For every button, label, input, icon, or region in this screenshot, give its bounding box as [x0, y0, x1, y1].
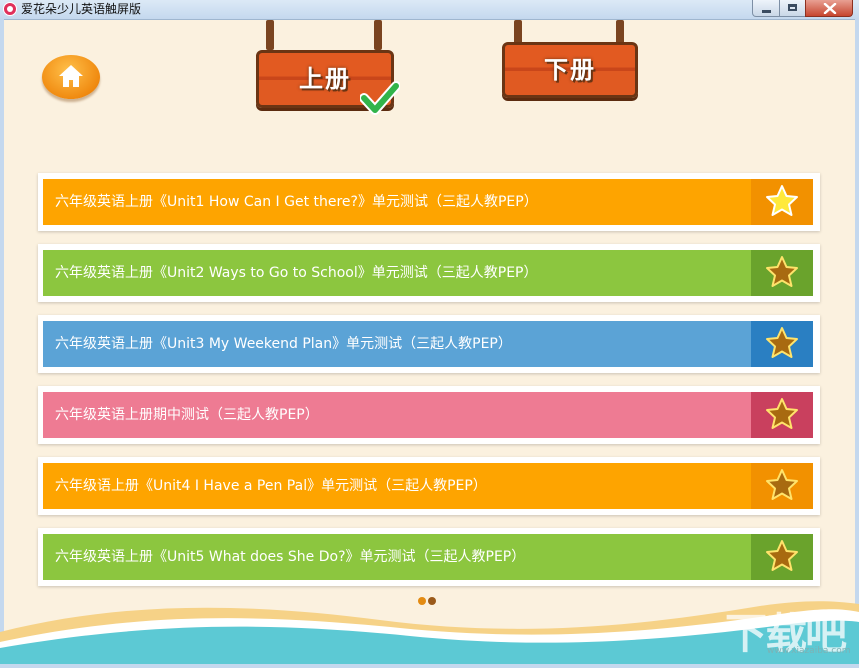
test-item-band: 六年级英语上册《Unit2 Ways to Go to School》单元测试（…	[43, 250, 813, 296]
sign-post-right	[616, 20, 624, 44]
favorite-star-button[interactable]	[751, 392, 813, 438]
test-item[interactable]: 六年级英语上册《Unit3 My Weekend Plan》单元测试（三起人教P…	[38, 315, 820, 373]
volume-down-board: 下册	[502, 42, 638, 98]
test-item[interactable]: 六年级英语上册《Unit5 What does She Do?》单元测试（三起人…	[38, 528, 820, 586]
window-frame-bottom	[0, 664, 859, 668]
sign-post-left	[514, 20, 522, 44]
star-icon	[766, 398, 798, 429]
favorite-star-button[interactable]	[751, 534, 813, 580]
favorite-star-button[interactable]	[751, 250, 813, 296]
watermark: 下载吧 www.xiazaiba.com	[725, 600, 851, 662]
volume-down-label: 下册	[544, 56, 596, 84]
maximize-button[interactable]	[779, 0, 806, 17]
title-bar[interactable]: 爱花朵少儿英语触屏版	[0, 0, 859, 20]
window-frame-right	[855, 19, 859, 668]
favorite-star-button[interactable]	[751, 179, 813, 225]
favorite-star-button[interactable]	[751, 463, 813, 509]
sign-post-left	[266, 20, 274, 50]
test-item-label: 六年级英语上册《Unit3 My Weekend Plan》单元测试（三起人教P…	[55, 336, 512, 352]
test-item[interactable]: 六年级英语上册期中测试（三起人教PEP）	[38, 386, 820, 444]
volume-down-sign[interactable]: 下册	[502, 20, 640, 106]
test-item-label: 六年级语上册《Unit4 I Have a Pen Pal》单元测试（三起人教P…	[55, 478, 487, 494]
test-item-label: 六年级英语上册《Unit1 How Can I Get there?》单元测试（…	[55, 194, 538, 210]
test-item-label: 六年级英语上册《Unit5 What does She Do?》单元测试（三起人…	[55, 549, 526, 565]
minimize-button[interactable]	[752, 0, 780, 17]
window-frame-left	[0, 19, 4, 668]
star-icon	[766, 327, 798, 358]
test-item[interactable]: 六年级英语上册《Unit1 How Can I Get there?》单元测试（…	[38, 173, 820, 231]
sign-post-right	[374, 20, 382, 50]
test-item-band: 六年级语上册《Unit4 I Have a Pen Pal》单元测试（三起人教P…	[43, 463, 813, 509]
star-icon	[766, 469, 798, 500]
watermark-url: www.xiazaiba.com	[767, 646, 851, 656]
home-icon	[59, 65, 83, 87]
test-item-band: 六年级英语上册期中测试（三起人教PEP）	[43, 392, 813, 438]
test-item-band: 六年级英语上册《Unit1 How Can I Get there?》单元测试（…	[43, 179, 813, 225]
checkmark-icon	[360, 81, 400, 115]
test-item[interactable]: 六年级语上册《Unit4 I Have a Pen Pal》单元测试（三起人教P…	[38, 457, 820, 515]
star-icon	[766, 185, 798, 216]
window-title: 爱花朵少儿英语触屏版	[21, 2, 142, 16]
app-logo-icon	[3, 2, 17, 16]
close-button[interactable]	[805, 0, 853, 17]
page-dot-1[interactable]	[418, 597, 426, 605]
test-item-band: 六年级英语上册《Unit3 My Weekend Plan》单元测试（三起人教P…	[43, 321, 813, 367]
app-window: 爱花朵少儿英语触屏版 上册 下册 六年级英语上册《Unit1 How Can I…	[0, 0, 859, 668]
test-item-band: 六年级英语上册《Unit5 What does She Do?》单元测试（三起人…	[43, 534, 813, 580]
test-item-label: 六年级英语上册期中测试（三起人教PEP）	[55, 407, 319, 423]
page-dot-2[interactable]	[428, 597, 436, 605]
test-item[interactable]: 六年级英语上册《Unit2 Ways to Go to School》单元测试（…	[38, 244, 820, 302]
star-icon	[766, 256, 798, 287]
home-button[interactable]	[42, 55, 100, 99]
star-icon	[766, 540, 798, 571]
test-item-label: 六年级英语上册《Unit2 Ways to Go to School》单元测试（…	[55, 265, 538, 281]
close-icon	[823, 3, 837, 14]
volume-up-sign[interactable]: 上册	[256, 20, 400, 116]
favorite-star-button[interactable]	[751, 321, 813, 367]
